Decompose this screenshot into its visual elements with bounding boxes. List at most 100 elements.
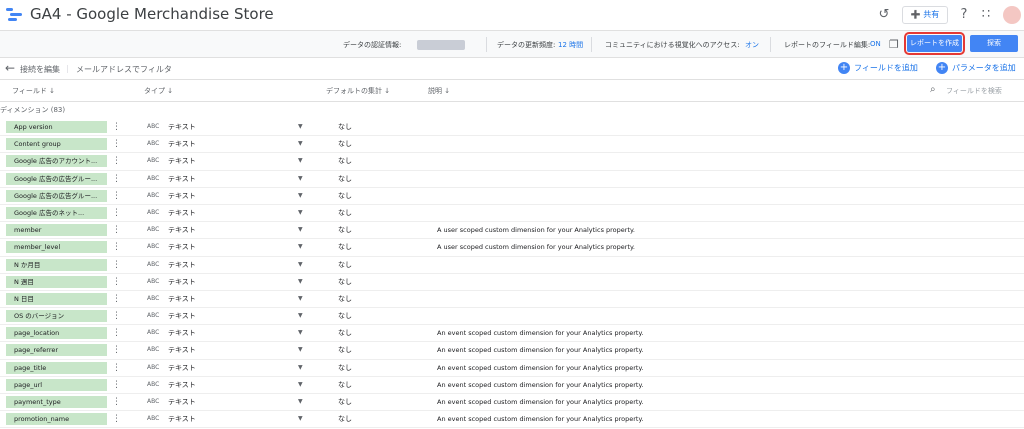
field-name-chip[interactable]: Google 広告のアカウント... bbox=[6, 155, 107, 168]
more-vert-icon[interactable]: ⋮ bbox=[112, 207, 121, 219]
column-header-type[interactable]: タイプ ↓ bbox=[144, 86, 173, 96]
field-name-chip[interactable]: page_referrer bbox=[6, 344, 107, 357]
field-description[interactable]: An event scoped custom dimension for you… bbox=[437, 397, 643, 407]
dropdown-caret-icon[interactable]: ▼ bbox=[298, 139, 303, 149]
dropdown-caret-icon[interactable]: ▼ bbox=[298, 225, 303, 235]
field-type-select[interactable]: テキスト bbox=[168, 397, 196, 407]
field-name-chip[interactable]: page_url bbox=[6, 378, 107, 391]
more-vert-icon[interactable]: ⋮ bbox=[112, 241, 121, 253]
field-name-chip[interactable]: payment_type bbox=[6, 396, 107, 408]
field-name-chip[interactable]: page_location bbox=[6, 327, 107, 340]
field-description[interactable]: An event scoped custom dimension for you… bbox=[437, 328, 643, 338]
field-description[interactable]: An event scoped custom dimension for you… bbox=[437, 380, 643, 390]
field-name-chip[interactable]: Google 広告の広告グルー... bbox=[6, 189, 107, 202]
field-description[interactable]: A user scoped custom dimension for your … bbox=[437, 225, 635, 235]
more-vert-icon[interactable]: ⋮ bbox=[112, 413, 121, 425]
avatar[interactable] bbox=[1003, 6, 1021, 24]
more-vert-icon[interactable]: ⋮ bbox=[112, 121, 121, 133]
field-type-select[interactable]: テキスト bbox=[168, 260, 196, 270]
field-name-chip[interactable]: member_level bbox=[6, 241, 107, 254]
dropdown-caret-icon[interactable]: ▼ bbox=[298, 174, 303, 184]
field-name-chip[interactable]: OS のバージョン bbox=[6, 310, 107, 323]
field-type-select[interactable]: テキスト bbox=[168, 191, 196, 201]
field-type-select[interactable]: テキスト bbox=[168, 242, 196, 252]
share-button[interactable]: ➕ 共有 bbox=[902, 6, 948, 24]
field-type-select[interactable]: テキスト bbox=[168, 122, 196, 132]
field-name-chip[interactable]: member bbox=[6, 224, 107, 237]
field-name-chip[interactable]: N か月目 bbox=[6, 258, 107, 271]
dropdown-caret-icon[interactable]: ▼ bbox=[298, 397, 303, 407]
more-vert-icon[interactable]: ⋮ bbox=[112, 259, 121, 271]
field-type-select[interactable]: テキスト bbox=[168, 311, 196, 321]
field-type-select[interactable]: テキスト bbox=[168, 277, 196, 287]
history-icon[interactable]: ↺ bbox=[876, 7, 892, 23]
field-name-chip[interactable]: Google 広告の広告グルー... bbox=[6, 172, 107, 185]
column-header-default-agg[interactable]: デフォルトの集計 ↓ bbox=[326, 86, 390, 96]
field-search-input[interactable]: フィールドを検索 bbox=[946, 86, 1002, 96]
add-field-button[interactable]: + フィールドを追加 bbox=[838, 62, 918, 76]
add-parameter-button[interactable]: + パラメータを追加 bbox=[936, 62, 1016, 76]
filter-by-email-link[interactable]: メールアドレスでフィルタ bbox=[76, 64, 172, 75]
field-description[interactable]: A user scoped custom dimension for your … bbox=[437, 242, 635, 252]
arrow-back-icon[interactable]: ← bbox=[5, 61, 15, 75]
field-type-select[interactable]: テキスト bbox=[168, 380, 196, 390]
explore-button[interactable]: 探索 bbox=[970, 35, 1018, 52]
field-description[interactable]: An event scoped custom dimension for you… bbox=[437, 363, 643, 373]
field-type-select[interactable]: テキスト bbox=[168, 208, 196, 218]
field-edit-value[interactable]: ON bbox=[870, 40, 881, 48]
field-type-select[interactable]: テキスト bbox=[168, 174, 196, 184]
field-name-chip[interactable]: N 日目 bbox=[6, 292, 107, 305]
column-header-description[interactable]: 説明 ↓ bbox=[428, 86, 450, 96]
create-report-button[interactable]: レポートを作成 bbox=[904, 32, 965, 55]
field-type-select[interactable]: テキスト bbox=[168, 225, 196, 235]
field-type-select[interactable]: テキスト bbox=[168, 156, 196, 166]
field-name-chip[interactable]: page_title bbox=[6, 361, 107, 374]
dropdown-caret-icon[interactable]: ▼ bbox=[298, 208, 303, 218]
field-description[interactable]: An event scoped custom dimension for you… bbox=[437, 414, 643, 424]
dropdown-caret-icon[interactable]: ▼ bbox=[298, 328, 303, 338]
more-vert-icon[interactable]: ⋮ bbox=[112, 310, 121, 322]
freshness-value[interactable]: 12 時間 bbox=[558, 40, 583, 50]
field-type-select[interactable]: テキスト bbox=[168, 363, 196, 373]
more-vert-icon[interactable]: ⋮ bbox=[112, 379, 121, 391]
field-name-chip[interactable]: App version bbox=[6, 121, 107, 133]
dropdown-caret-icon[interactable]: ▼ bbox=[298, 156, 303, 166]
field-type-select[interactable]: テキスト bbox=[168, 328, 196, 338]
field-name-chip[interactable]: Google 広告のネット... bbox=[6, 206, 107, 219]
field-description[interactable]: An event scoped custom dimension for you… bbox=[437, 345, 643, 355]
more-vert-icon[interactable]: ⋮ bbox=[112, 276, 121, 288]
dropdown-caret-icon[interactable]: ▼ bbox=[298, 363, 303, 373]
more-vert-icon[interactable]: ⋮ bbox=[112, 396, 121, 408]
dropdown-caret-icon[interactable]: ▼ bbox=[298, 260, 303, 270]
more-vert-icon[interactable]: ⋮ bbox=[112, 190, 121, 202]
more-vert-icon[interactable]: ⋮ bbox=[112, 344, 121, 356]
more-vert-icon[interactable]: ⋮ bbox=[112, 173, 121, 185]
field-name-chip[interactable]: promotion_name bbox=[6, 413, 107, 426]
field-type-select[interactable]: テキスト bbox=[168, 414, 196, 424]
dropdown-caret-icon[interactable]: ▼ bbox=[298, 242, 303, 252]
dropdown-caret-icon[interactable]: ▼ bbox=[298, 414, 303, 424]
edit-connection-link[interactable]: 接続を編集 bbox=[20, 64, 60, 75]
field-name-chip[interactable]: Content group bbox=[6, 138, 107, 151]
field-type-select[interactable]: テキスト bbox=[168, 294, 196, 304]
dropdown-caret-icon[interactable]: ▼ bbox=[298, 191, 303, 201]
community-access-value[interactable]: オン bbox=[745, 40, 759, 50]
copy-icon[interactable]: ❐ bbox=[889, 38, 899, 51]
apps-grid-icon[interactable]: ∷ bbox=[978, 7, 994, 23]
dropdown-caret-icon[interactable]: ▼ bbox=[298, 380, 303, 390]
help-icon[interactable]: ? bbox=[956, 7, 972, 23]
dropdown-caret-icon[interactable]: ▼ bbox=[298, 345, 303, 355]
more-vert-icon[interactable]: ⋮ bbox=[112, 224, 121, 236]
more-vert-icon[interactable]: ⋮ bbox=[112, 138, 121, 150]
field-name-chip[interactable]: N 週目 bbox=[6, 275, 107, 288]
field-type-select[interactable]: テキスト bbox=[168, 345, 196, 355]
more-vert-icon[interactable]: ⋮ bbox=[112, 362, 121, 374]
more-vert-icon[interactable]: ⋮ bbox=[112, 327, 121, 339]
more-vert-icon[interactable]: ⋮ bbox=[112, 155, 121, 167]
column-header-field[interactable]: フィールド ↓ bbox=[12, 86, 55, 96]
dropdown-caret-icon[interactable]: ▼ bbox=[298, 311, 303, 321]
dropdown-caret-icon[interactable]: ▼ bbox=[298, 277, 303, 287]
more-vert-icon[interactable]: ⋮ bbox=[112, 293, 121, 305]
dropdown-caret-icon[interactable]: ▼ bbox=[298, 122, 303, 132]
dropdown-caret-icon[interactable]: ▼ bbox=[298, 294, 303, 304]
